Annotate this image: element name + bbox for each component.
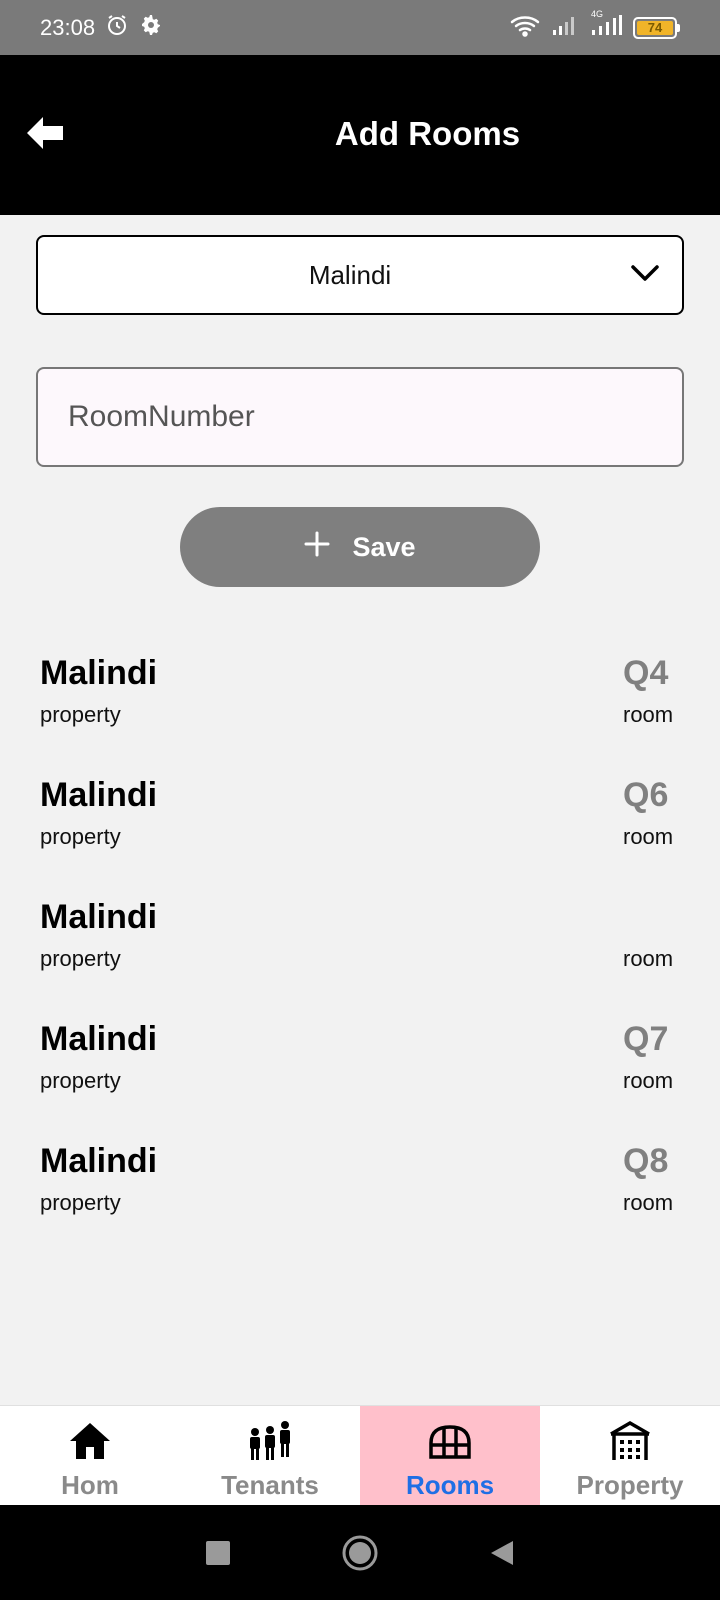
status-bar: 23:08 4G 74 — [0, 0, 720, 55]
nav-item-tenants[interactable]: Tenants — [180, 1406, 360, 1505]
alarm-icon — [105, 13, 129, 42]
wifi-icon — [509, 13, 541, 42]
room-property-label: property — [40, 824, 121, 849]
room-property-name: Malindi — [40, 776, 158, 814]
nav-item-property[interactable]: Property — [540, 1406, 720, 1505]
people-icon — [247, 1418, 293, 1464]
room-number: Q8 — [623, 1142, 669, 1180]
room-number: Q6 — [623, 776, 669, 814]
nav-label-rooms: Rooms — [405, 1470, 495, 1500]
save-button-label: Save — [352, 531, 416, 562]
room-property-label: property — [40, 1190, 121, 1215]
status-time: 23:08 — [40, 14, 96, 40]
home-icon — [68, 1418, 112, 1464]
settings-gear-icon — [139, 13, 163, 42]
list-item[interactable]: Malindi property Q6 room — [0, 770, 720, 892]
circle-icon — [342, 1535, 378, 1570]
screen: 23:08 4G 74 Add Rooms Malindi RoomNumber… — [0, 0, 720, 1600]
plus-icon — [304, 531, 330, 564]
room-label: room — [623, 702, 674, 727]
room-property-label: property — [40, 1068, 121, 1093]
page-title: Add Rooms — [334, 115, 521, 152]
bottom-nav: Hom Tenants Rooms Property — [0, 1405, 720, 1505]
nav-label-property: Property — [576, 1470, 684, 1500]
room-label: room — [623, 1190, 674, 1215]
list-item[interactable]: Malindi property Q7 room — [0, 1014, 720, 1136]
home-system-button[interactable] — [341, 1534, 379, 1572]
triangle-back-icon — [491, 1540, 513, 1565]
nav-item-rooms[interactable]: Rooms — [360, 1406, 540, 1505]
signal-icon — [551, 14, 579, 41]
room-number-input[interactable] — [36, 367, 684, 467]
nav-item-home[interactable]: Hom — [0, 1406, 180, 1505]
chevron-down-icon — [630, 261, 660, 290]
nav-label-home: Hom — [61, 1470, 119, 1500]
recents-button[interactable] — [205, 1540, 231, 1566]
signal-4g-group: 4G — [589, 10, 623, 41]
room-property-name: Malindi — [40, 1020, 158, 1058]
system-nav-bar — [0, 1505, 720, 1600]
battery-level: 74 — [637, 20, 673, 35]
status-left: 23:08 — [40, 13, 163, 42]
list-item[interactable]: Malindi property room — [0, 892, 720, 1014]
app-bar: Add Rooms — [0, 55, 720, 215]
save-button[interactable]: Save — [180, 507, 540, 587]
room-label: room — [623, 946, 674, 971]
list-item[interactable]: Malindi property Q8 room — [0, 1136, 720, 1258]
room-number: Q4 — [623, 654, 669, 692]
square-icon — [206, 1540, 230, 1565]
room-number: Q7 — [623, 1020, 669, 1058]
room-label: room — [623, 824, 674, 849]
room-property-label: property — [40, 946, 121, 971]
building-icon — [607, 1418, 653, 1464]
rooms-list: Malindi property Q4 room Malindi propert… — [0, 648, 720, 1258]
room-property-label: property — [40, 702, 121, 727]
room-property-name: Malindi — [40, 1142, 158, 1180]
room-property-name: Malindi — [40, 654, 158, 692]
room-icon — [427, 1418, 473, 1464]
network-type-label: 4G — [591, 9, 604, 19]
back-system-button[interactable] — [489, 1539, 515, 1567]
property-dropdown[interactable]: Malindi — [36, 235, 684, 315]
list-item[interactable]: Malindi property Q4 room — [0, 648, 720, 770]
property-dropdown-value: Malindi — [308, 259, 392, 290]
status-right: 4G 74 — [509, 10, 680, 42]
room-label: room — [623, 1068, 674, 1093]
nav-label-tenants: Tenants — [221, 1470, 319, 1500]
battery-icon: 74 — [633, 16, 680, 39]
room-property-name: Malindi — [40, 898, 158, 936]
